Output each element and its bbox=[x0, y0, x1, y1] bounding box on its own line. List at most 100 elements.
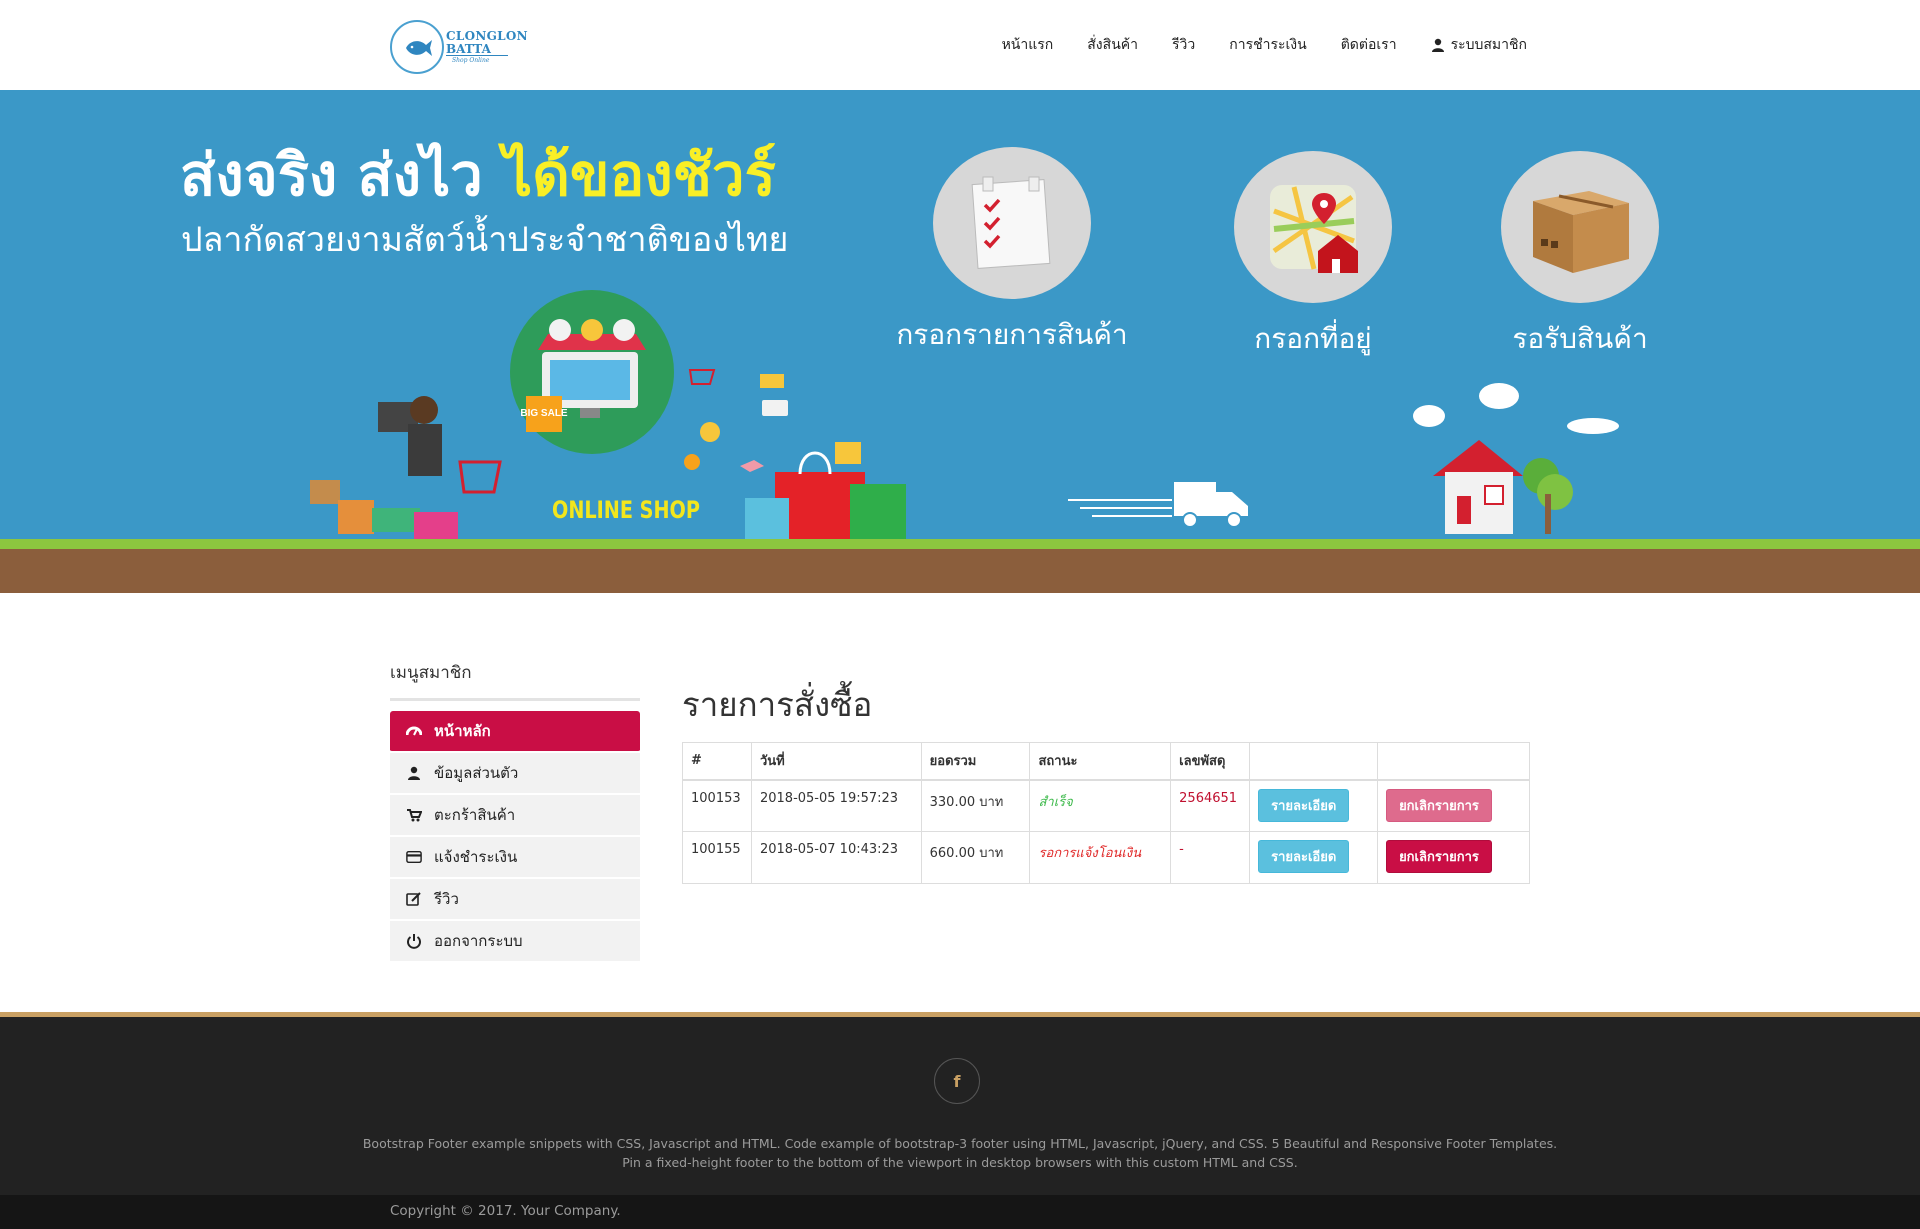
cancel-order-button[interactable]: ยกเลิกรายการ bbox=[1386, 840, 1492, 873]
page-title: รายการสั่งซื้อ bbox=[682, 685, 873, 724]
detail-cell: รายละเอียด bbox=[1249, 779, 1379, 832]
checklist-icon bbox=[971, 176, 1051, 269]
table-header-row: # วันที่ ยอดรวม สถานะ เลขพัสดุ bbox=[682, 742, 1530, 781]
hero-title: ส่งจริง ส่งไว ได้ของชัวร์ bbox=[180, 142, 776, 208]
sidebar-item-cart[interactable]: ตะกร้าสินค้า bbox=[390, 795, 640, 837]
nav-item-payment[interactable]: การชำระเงิน bbox=[1229, 34, 1306, 56]
credit-card-icon bbox=[406, 849, 422, 865]
house-illustration bbox=[1413, 383, 1619, 534]
sidebar-item-payment-notify[interactable]: แจ้งชำระเงิน bbox=[390, 837, 640, 879]
nav-item-contact[interactable]: ติดต่อเรา bbox=[1341, 34, 1397, 56]
detail-button[interactable]: รายละเอียด bbox=[1258, 788, 1350, 822]
column-header bbox=[1249, 742, 1379, 781]
sidebar-item-label: ออกจากระบบ bbox=[434, 932, 523, 950]
hero-subtitle: ปลากัดสวยงามสัตว์น้ำประจำชาติของไทย bbox=[181, 220, 789, 260]
footer-description: Bootstrap Footer example snippets with C… bbox=[0, 1134, 1920, 1172]
step-circle bbox=[1501, 151, 1659, 303]
fish-icon bbox=[406, 40, 432, 56]
orders-table: # วันที่ ยอดรวม สถานะ เลขพัสดุ 100153 20… bbox=[682, 742, 1530, 884]
footer-text-line2: Pin a fixed-height footer to the bottom … bbox=[622, 1155, 1298, 1170]
tracking-number: - bbox=[1170, 831, 1251, 884]
column-header: # bbox=[682, 742, 752, 781]
footer-text-line1: Bootstrap Footer example snippets with C… bbox=[362, 1136, 1558, 1151]
column-header: สถานะ bbox=[1029, 742, 1172, 781]
order-status: รอการแจ้งโอนเงิน bbox=[1029, 831, 1172, 884]
sidebar-item-label: ข้อมูลส่วนตัว bbox=[434, 764, 519, 782]
map-pin-icon bbox=[1270, 185, 1358, 273]
column-header bbox=[1377, 742, 1530, 781]
nav-label: ติดต่อเรา bbox=[1340, 37, 1397, 53]
nav-label: การชำระเงิน bbox=[1229, 37, 1307, 53]
user-icon bbox=[1431, 38, 1444, 52]
step-receive: รอรับสินค้า bbox=[1455, 151, 1705, 361]
table-row: 100153 2018-05-05 19:57:23 330.00 บาท สำ… bbox=[682, 779, 1530, 832]
nav-item-review[interactable]: รีวิว bbox=[1172, 34, 1195, 56]
sidebar-item-label: หน้าหลัก bbox=[434, 722, 491, 740]
facebook-icon[interactable]: f bbox=[934, 1058, 980, 1104]
cancel-order-button[interactable]: ยกเลิกรายการ bbox=[1386, 788, 1492, 822]
order-id: 100155 bbox=[682, 831, 752, 884]
order-date: 2018-05-07 10:43:23 bbox=[750, 831, 922, 884]
user-icon bbox=[406, 765, 422, 781]
tracking-number: 2564651 bbox=[1170, 779, 1251, 832]
step-address: กรอกที่อยู่ bbox=[1188, 151, 1438, 361]
power-icon bbox=[406, 933, 422, 949]
hero-banner: ส่งจริง ส่งไว ได้ของชัวร์ ปลากัดสวยงามสั… bbox=[0, 90, 1920, 593]
step-circle bbox=[1234, 151, 1392, 303]
table-row: 100155 2018-05-07 10:43:23 660.00 บาท รอ… bbox=[682, 831, 1530, 884]
nav-item-home[interactable]: หน้าแรก bbox=[1002, 34, 1054, 56]
sidebar-item-review[interactable]: รีวิว bbox=[390, 879, 640, 921]
brand-divider bbox=[446, 55, 508, 56]
nav-label: หน้าแรก bbox=[1001, 37, 1054, 53]
copyright-text: Copyright © 2017. Your Company. bbox=[390, 1203, 621, 1219]
detail-button[interactable]: รายละเอียด bbox=[1258, 840, 1350, 873]
brand-name-line2: BATTA bbox=[446, 42, 491, 56]
copyright-bar: Copyright © 2017. Your Company. bbox=[0, 1195, 1920, 1229]
step-label: รอรับสินค้า bbox=[1512, 322, 1648, 355]
grass-strip bbox=[0, 539, 1920, 549]
step-label: กรอกที่อยู่ bbox=[1254, 322, 1372, 355]
footer: f Bootstrap Footer example snippets with… bbox=[0, 1017, 1920, 1195]
orders-section: รายการสั่งซื้อ # วันที่ ยอดรวม สถานะ เลข… bbox=[682, 685, 1530, 884]
online-shop-label: ONLINE SHOP bbox=[552, 496, 700, 524]
sidebar-item-profile[interactable]: ข้อมูลส่วนตัว bbox=[390, 753, 640, 795]
brand-tagline: Shop Online bbox=[452, 57, 490, 64]
big-sale-label: BIG SALE bbox=[520, 408, 568, 419]
facebook-glyph: f bbox=[953, 1071, 961, 1091]
brand-logo[interactable]: CLONGLON BATTA Shop Online bbox=[390, 20, 528, 74]
dashboard-icon bbox=[406, 723, 422, 739]
order-status: สำเร็จ bbox=[1029, 779, 1172, 832]
nav-item-member[interactable]: ระบบสมาชิก bbox=[1431, 34, 1527, 56]
navbar: CLONGLON BATTA Shop Online หน้าแรก สั่งส… bbox=[0, 0, 1920, 90]
nav-item-order[interactable]: สั่งสินค้า bbox=[1087, 34, 1138, 56]
cart-icon bbox=[406, 807, 422, 823]
cancel-cell: ยกเลิกรายการ bbox=[1377, 831, 1530, 884]
sidebar-item-home[interactable]: หน้าหลัก bbox=[390, 711, 640, 753]
column-header: เลขพัสดุ bbox=[1170, 742, 1251, 781]
column-header: ยอดรวม bbox=[920, 742, 1031, 781]
sidebar-item-label: แจ้งชำระเงิน bbox=[434, 848, 518, 866]
nav-label: สั่งสินค้า bbox=[1087, 37, 1138, 53]
cancel-cell: ยกเลิกรายการ bbox=[1377, 779, 1530, 832]
order-date: 2018-05-05 19:57:23 bbox=[750, 779, 922, 832]
main-nav: หน้าแรก สั่งสินค้า รีวิว การชำระเงิน ติด… bbox=[1002, 0, 1527, 90]
ground-strip bbox=[0, 549, 1920, 593]
sidebar-title: เมนูสมาชิก bbox=[390, 660, 640, 701]
brand-name-line1: CLONGLON bbox=[446, 29, 528, 43]
sidebar-item-logout[interactable]: ออกจากระบบ bbox=[390, 921, 640, 963]
nav-label: รีวิว bbox=[1172, 37, 1196, 53]
nav-label: ระบบสมาชิก bbox=[1450, 37, 1527, 53]
order-total: 660.00 บาท bbox=[920, 831, 1031, 884]
detail-cell: รายละเอียด bbox=[1249, 831, 1379, 884]
member-sidebar: เมนูสมาชิก หน้าหลัก ข้อมูลส่วนตัว ตะกร้า… bbox=[390, 660, 640, 963]
sidebar-menu: หน้าหลัก ข้อมูลส่วนตัว ตะกร้าสินค้า แจ้ง… bbox=[390, 711, 640, 963]
order-total: 330.00 บาท bbox=[920, 779, 1031, 832]
logo-seal bbox=[390, 20, 444, 74]
sidebar-item-label: ตะกร้าสินค้า bbox=[434, 806, 516, 824]
hero-title-part1: ส่งจริง ส่งไว bbox=[180, 141, 504, 209]
sidebar-item-label: รีวิว bbox=[434, 890, 459, 908]
step-circle bbox=[933, 147, 1091, 299]
delivery-truck-illustration bbox=[1068, 482, 1248, 528]
edit-icon bbox=[406, 891, 422, 907]
box-icon bbox=[1533, 191, 1629, 273]
